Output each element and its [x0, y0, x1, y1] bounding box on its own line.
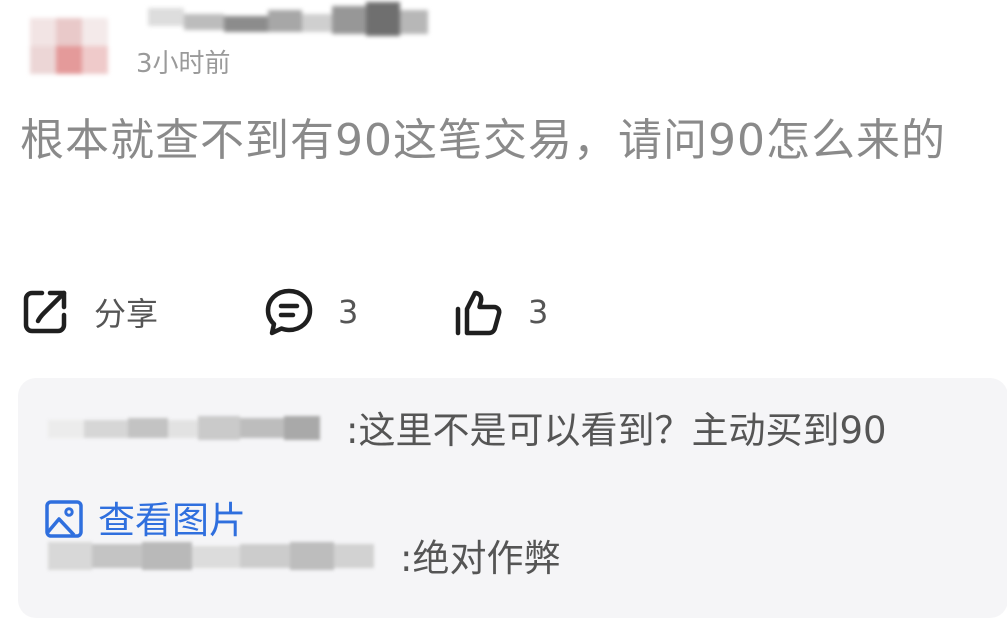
image-icon — [44, 499, 84, 543]
comment-body: 根本就查不到有90这笔交易，请问90怎么来的 — [20, 115, 946, 166]
share-label: 分享 — [94, 295, 159, 333]
reply-text: :绝对作弊 — [400, 537, 561, 580]
share-icon — [18, 285, 72, 339]
reply-username-redacted[interactable] — [48, 538, 378, 574]
like-button[interactable]: 3 — [452, 280, 548, 344]
action-bar: 分享 3 3 — [0, 280, 1007, 344]
thumbs-up-icon — [452, 285, 506, 339]
like-count: 3 — [528, 293, 549, 331]
comment-header: 3小时前 — [0, 0, 1007, 90]
avatar[interactable] — [30, 18, 108, 74]
username-redacted[interactable] — [148, 0, 438, 44]
share-button[interactable]: 分享 — [18, 280, 158, 344]
comment-button[interactable]: 3 — [262, 280, 358, 344]
replies-section[interactable]: :这里不是可以看到？主动买到90 查看图片 :绝对作弊 — [18, 378, 1007, 618]
comment-count: 3 — [338, 293, 359, 331]
reply-text: :这里不是可以看到？主动买到90 — [346, 409, 887, 452]
reply-username-redacted[interactable] — [48, 410, 328, 446]
timestamp: 3小时前 — [136, 49, 231, 79]
comment-bubble-icon — [262, 285, 316, 339]
